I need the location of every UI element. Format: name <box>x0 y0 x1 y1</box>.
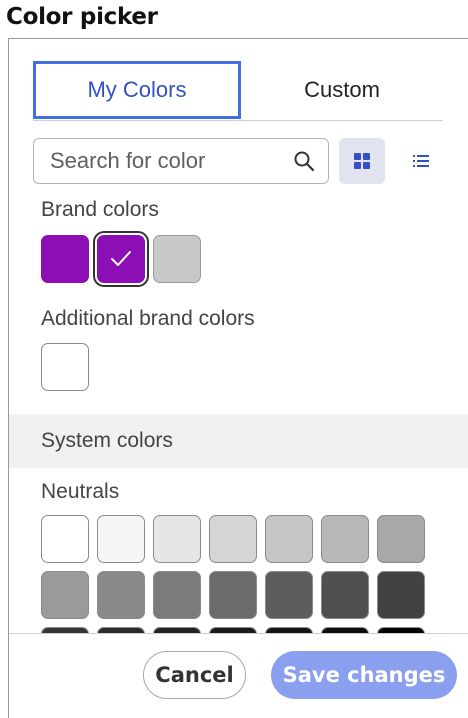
grid-view-icon <box>354 153 370 169</box>
neutral-swatch[interactable] <box>153 515 201 563</box>
search-input[interactable]: Search for color <box>33 138 329 184</box>
list-view-button[interactable] <box>398 138 444 184</box>
save-changes-button[interactable]: Save changes <box>271 651 457 699</box>
neutral-swatch[interactable] <box>97 571 145 619</box>
neutral-swatch[interactable] <box>97 515 145 563</box>
neutral-swatch[interactable] <box>41 515 89 563</box>
list-view-icon <box>413 155 429 167</box>
add-brand-color-button[interactable] <box>41 343 89 391</box>
search-placeholder: Search for color <box>50 148 206 173</box>
brand-swatch[interactable] <box>41 235 89 283</box>
neutrals-swatch-grid <box>41 515 431 633</box>
system-colors-label: System colors <box>41 429 173 452</box>
cancel-button[interactable]: Cancel <box>143 651 246 699</box>
grid-view-button[interactable] <box>339 138 385 184</box>
check-icon <box>111 251 131 266</box>
footer: Cancel Save changes <box>9 634 468 718</box>
neutral-swatch[interactable] <box>153 571 201 619</box>
neutral-swatch[interactable] <box>209 515 257 563</box>
neutral-swatch[interactable] <box>209 571 257 619</box>
neutral-swatch[interactable] <box>377 515 425 563</box>
neutral-swatch[interactable] <box>265 515 313 563</box>
brand-swatch[interactable] <box>153 235 201 283</box>
neutral-swatch[interactable] <box>321 515 369 563</box>
brand-swatch-selected[interactable] <box>97 235 145 283</box>
neutral-swatch[interactable] <box>41 571 89 619</box>
system-colors-header: System colors <box>9 414 468 468</box>
neutral-swatch[interactable] <box>321 571 369 619</box>
page-title: Color picker <box>6 4 158 30</box>
neutral-swatch[interactable] <box>265 571 313 619</box>
additional-brand-colors-label: Additional brand colors <box>41 307 255 330</box>
search-icon[interactable] <box>286 139 322 183</box>
tab-custom[interactable]: Custom <box>241 61 443 119</box>
tab-bar: My Colors Custom <box>33 61 443 121</box>
brand-colors-label: Brand colors <box>41 198 159 221</box>
neutrals-label: Neutrals <box>41 480 120 503</box>
tab-underline <box>33 120 443 121</box>
tab-my-colors[interactable]: My Colors <box>33 61 241 119</box>
neutral-swatch[interactable] <box>377 571 425 619</box>
